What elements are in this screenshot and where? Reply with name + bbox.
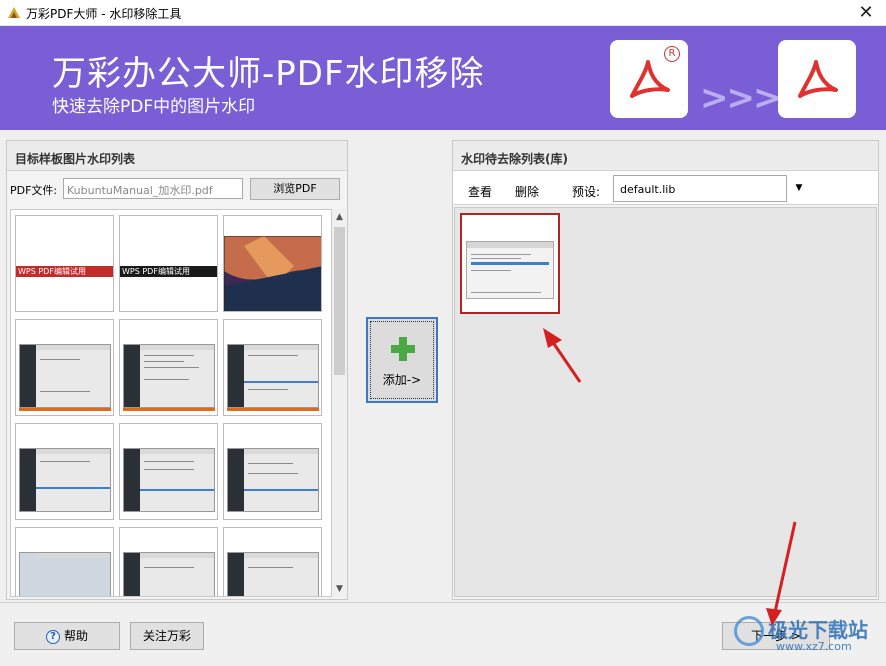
banner-heading: 万彩办公大师-PDF水印移除: [52, 54, 485, 94]
screenshot-preview: [123, 344, 215, 408]
app-logo-icon: [8, 7, 20, 18]
pdf-file-field[interactable]: KubuntuManual_加水印.pdf: [63, 178, 243, 199]
removal-panel-header: 水印待去除列表(库): [453, 141, 878, 171]
page-thumbnail[interactable]: [223, 527, 322, 596]
removal-toolbar: 查看 删除 预设: default.lib ▼: [453, 171, 878, 205]
page-thumbnail[interactable]: [223, 319, 322, 416]
page-thumbnail-grid: WPS PDF编辑试用 WPS PDF编辑试用: [10, 209, 332, 597]
page-thumbnail[interactable]: [119, 527, 218, 596]
pdf-target-logo: [778, 40, 856, 118]
view-button[interactable]: 查看: [468, 183, 492, 200]
screenshot-preview: [227, 448, 319, 512]
plus-icon: [391, 337, 415, 361]
help-button[interactable]: ? 帮助: [14, 622, 120, 650]
page-thumbnail[interactable]: WPS PDF编辑试用: [15, 215, 114, 312]
wps-watermark-label: WPS PDF编辑试用: [120, 266, 217, 277]
page-thumbnail[interactable]: [119, 423, 218, 520]
screenshot-preview: [123, 552, 215, 596]
delete-button[interactable]: 删除: [515, 183, 539, 200]
page-thumbnail[interactable]: [15, 423, 114, 520]
add-to-list-button[interactable]: 添加->: [366, 317, 438, 403]
selected-watermark-thumbnail[interactable]: [460, 213, 560, 314]
acrobat-icon: [798, 60, 838, 98]
main-area: 目标样板图片水印列表 PDF文件: KubuntuManual_加水印.pdf …: [0, 130, 886, 602]
pdf-file-row: PDF文件: KubuntuManual_加水印.pdf 浏览PDF: [7, 171, 347, 203]
template-panel-header: 目标样板图片水印列表: [7, 141, 347, 171]
header-banner: 万彩办公大师-PDF水印移除 快速去除PDF中的图片水印 R >>>: [0, 26, 886, 130]
screenshot-preview: [466, 241, 554, 299]
screenshot-preview: [123, 448, 215, 512]
convert-arrows: >>>: [700, 78, 781, 118]
screenshot-preview: [227, 552, 319, 596]
preset-select[interactable]: default.lib: [613, 175, 787, 202]
page-thumbnail[interactable]: WPS PDF编辑试用: [119, 215, 218, 312]
pdf-file-label: PDF文件:: [10, 184, 58, 197]
browse-pdf-button[interactable]: 浏览PDF: [250, 178, 340, 200]
page-thumbnail[interactable]: [15, 527, 114, 596]
help-icon: ?: [45, 629, 60, 644]
screenshot-preview: [19, 552, 111, 596]
close-window-button[interactable]: ✕: [846, 0, 886, 26]
banner-subheading: 快速去除PDF中的图片水印: [52, 97, 256, 117]
screenshot-preview: [19, 448, 111, 512]
page-thumbnail[interactable]: [119, 319, 218, 416]
removal-list-panel: 水印待去除列表(库) 查看 删除 预设: default.lib ▼: [452, 140, 879, 600]
pdf-source-logo: R: [610, 40, 688, 118]
follow-button[interactable]: 关注万彩: [130, 622, 204, 650]
footer-bar: ? 帮助 关注万彩 下一步 >: [0, 602, 886, 666]
page-thumbnail[interactable]: [15, 319, 114, 416]
screenshot-preview: [227, 344, 319, 408]
screenshot-preview: [19, 344, 111, 408]
removal-list-area: [454, 207, 877, 597]
wallpaper-image: [224, 216, 321, 311]
template-watermark-panel: 目标样板图片水印列表 PDF文件: KubuntuManual_加水印.pdf …: [6, 140, 348, 600]
registered-mark-icon: R: [664, 46, 680, 62]
page-thumbnail[interactable]: [223, 215, 322, 312]
add-button-label: 添加->: [382, 373, 422, 387]
window-title: 万彩PDF大师 - 水印移除工具: [26, 7, 182, 21]
page-thumbnail[interactable]: [223, 423, 322, 520]
acrobat-icon: [630, 60, 670, 98]
next-step-button[interactable]: 下一步 >: [722, 622, 830, 650]
scroll-down-icon[interactable]: ▼: [332, 581, 347, 597]
scroll-up-icon[interactable]: ▲: [332, 209, 347, 225]
help-button-label: 帮助: [63, 629, 88, 643]
scroll-thumb[interactable]: [334, 227, 345, 375]
wps-watermark-label: WPS PDF编辑试用: [16, 266, 113, 277]
preset-label: 预设:: [572, 185, 601, 199]
thumbnail-scrollbar[interactable]: ▲ ▼: [332, 209, 347, 597]
title-bar: 万彩PDF大师 - 水印移除工具 ✕: [0, 0, 886, 26]
chevron-down-icon[interactable]: ▼: [787, 175, 811, 202]
